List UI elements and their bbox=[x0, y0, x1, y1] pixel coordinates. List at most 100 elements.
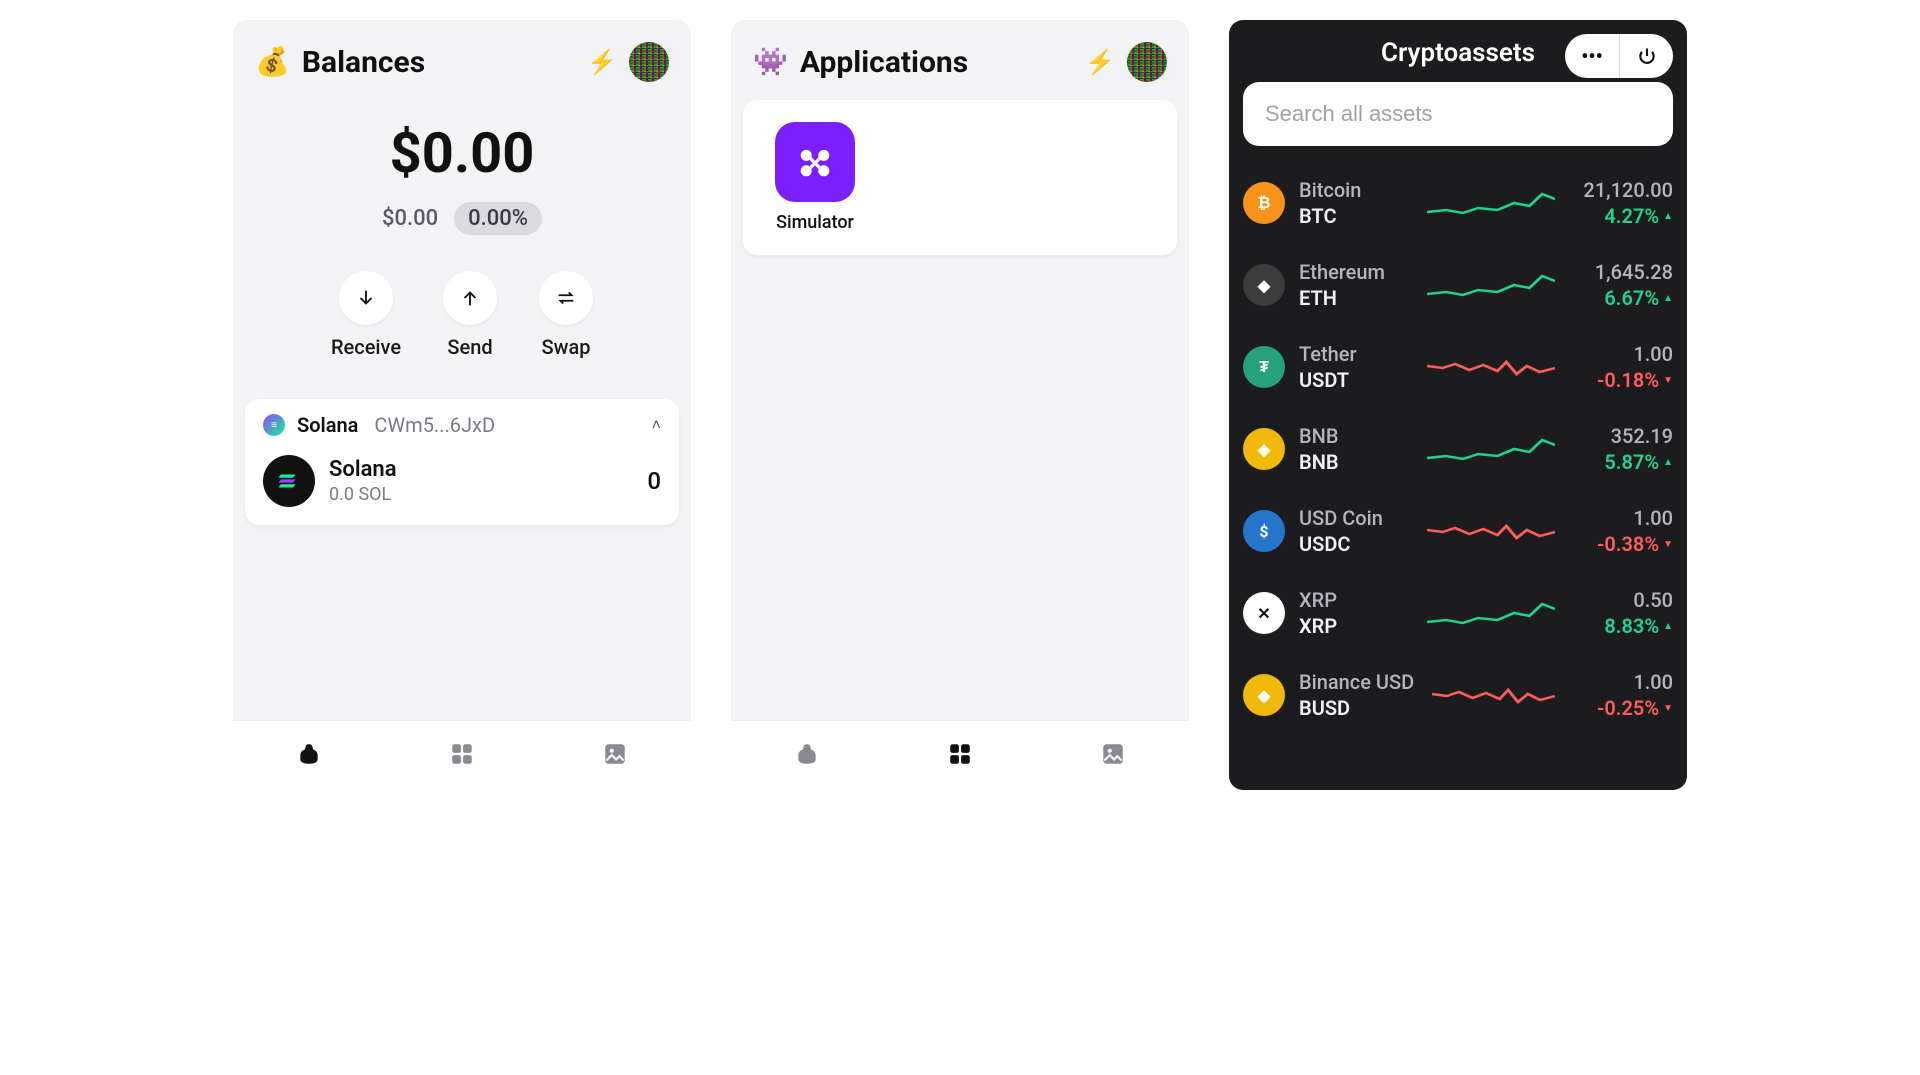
app-simulator-label: Simulator bbox=[776, 212, 854, 233]
header-actions: ••• bbox=[1565, 34, 1673, 78]
asset-symbol: BTC bbox=[1299, 204, 1409, 228]
chevron-up-icon: ˄ bbox=[652, 415, 661, 435]
sparkline bbox=[1427, 270, 1555, 300]
asset-change: -0.18% ▼ bbox=[1597, 368, 1673, 392]
asset-row-busd[interactable]: ◆ Binance USDBUSD 1.00-0.25% ▼ bbox=[1243, 654, 1673, 736]
trend-down-icon: ▼ bbox=[1663, 539, 1673, 550]
trend-down-icon: ▼ bbox=[1663, 703, 1673, 714]
asset-change: 8.83% ▲ bbox=[1604, 614, 1673, 638]
total-balance: $0.00 bbox=[233, 120, 691, 186]
arrow-up-icon bbox=[443, 271, 497, 325]
asset-row-xrp[interactable]: ✕XRPXRP0.508.83% ▲ bbox=[1243, 572, 1673, 654]
asset-row-eth[interactable]: ◆EthereumETH1,645.286.67% ▲ bbox=[1243, 244, 1673, 326]
asset-name: Ethereum bbox=[1299, 260, 1409, 284]
applications-icon: 👾 bbox=[753, 48, 788, 76]
trend-up-icon: ▲ bbox=[1663, 621, 1673, 632]
sparkline bbox=[1427, 352, 1555, 382]
asset-name: Tether bbox=[1299, 342, 1409, 366]
network-status-icon[interactable]: ⚡ bbox=[587, 48, 617, 76]
swap-label: Swap bbox=[542, 335, 591, 359]
asset-row-bnb[interactable]: ◈BNBBNB352.195.87% ▲ bbox=[1243, 408, 1673, 490]
sparkline bbox=[1427, 516, 1555, 546]
token-row[interactable]: Solana 0.0 SOL 0 bbox=[263, 455, 661, 507]
cryptoassets-title: Cryptoassets bbox=[1381, 38, 1535, 68]
wallet-address: CWm5...6JxD bbox=[374, 413, 495, 437]
arrow-down-icon bbox=[339, 271, 393, 325]
asset-name: XRP bbox=[1299, 588, 1409, 612]
cryptoassets-panel: Cryptoassets ••• ₿ BitcoinBTC 21,120.004.2… bbox=[1229, 20, 1687, 790]
asset-row-usdc[interactable]: $USD CoinUSDC1.00-0.38% ▼ bbox=[1243, 490, 1673, 572]
send-button[interactable]: Send bbox=[443, 271, 497, 359]
applications-header: 👾 Applications ⚡ bbox=[731, 20, 1189, 90]
balance-change-amount: $0.00 bbox=[382, 206, 438, 231]
asset-price: 1,645.28 bbox=[1595, 260, 1673, 284]
asset-change: -0.25% ▼ bbox=[1597, 696, 1673, 720]
tab-balances[interactable] bbox=[296, 741, 322, 771]
wallet-chain-name: Solana bbox=[297, 413, 358, 437]
swap-button[interactable]: Swap bbox=[539, 271, 593, 359]
balances-panel: 💰 Balances ⚡ $0.00 $0.00 0.00% Receive S… bbox=[233, 20, 691, 790]
asset-list: ₿ BitcoinBTC 21,120.004.27% ▲ ◆EthereumETH1… bbox=[1229, 156, 1687, 736]
sparkline bbox=[1427, 188, 1555, 218]
applications-title: Applications bbox=[800, 45, 1073, 80]
asset-price: 1.00 bbox=[1633, 670, 1673, 694]
profile-avatar[interactable] bbox=[1127, 42, 1167, 82]
bnb-icon: ◈ bbox=[1243, 428, 1285, 470]
trend-up-icon: ▲ bbox=[1663, 293, 1673, 304]
asset-change: 6.67% ▲ bbox=[1604, 286, 1673, 310]
balances-icon: 💰 bbox=[255, 48, 290, 76]
trend-up-icon: ▲ bbox=[1663, 211, 1673, 222]
tab-bar bbox=[233, 720, 691, 790]
asset-price: 352.19 bbox=[1611, 424, 1673, 448]
sparkline bbox=[1427, 598, 1555, 628]
asset-row-usdt[interactable]: ₮ TetherUSDT 1.00-0.18% ▼ bbox=[1243, 326, 1673, 408]
token-amount: 0.0 SOL bbox=[329, 484, 397, 505]
asset-symbol: BNB bbox=[1299, 450, 1409, 474]
wallet-card: ≡ Solana CWm5...6JxD ˄ Solana 0.0 SOL 0 bbox=[245, 399, 679, 525]
send-label: Send bbox=[447, 335, 492, 359]
usdt-icon: ₮ bbox=[1243, 346, 1285, 388]
app-simulator[interactable]: Simulator bbox=[765, 122, 865, 233]
usdc-icon: $ bbox=[1243, 510, 1285, 552]
power-button[interactable] bbox=[1619, 34, 1673, 78]
tab-nft[interactable] bbox=[602, 741, 628, 771]
trend-up-icon: ▲ bbox=[1663, 457, 1673, 468]
tab-apps[interactable] bbox=[947, 741, 973, 771]
balances-title: Balances bbox=[302, 45, 575, 80]
swap-icon bbox=[539, 271, 593, 325]
asset-price: 21,120.00 bbox=[1583, 178, 1673, 202]
wallet-header-row[interactable]: ≡ Solana CWm5...6JxD ˄ bbox=[263, 413, 661, 437]
profile-avatar[interactable] bbox=[629, 42, 669, 82]
asset-symbol: BUSD bbox=[1299, 696, 1414, 720]
btc-icon: ₿ bbox=[1243, 182, 1285, 224]
asset-price: 1.00 bbox=[1633, 342, 1673, 366]
asset-name: Bitcoin bbox=[1299, 178, 1409, 202]
balances-header: 💰 Balances ⚡ bbox=[233, 20, 691, 90]
token-name: Solana bbox=[329, 457, 397, 482]
asset-symbol: USDT bbox=[1299, 368, 1409, 392]
search-input[interactable] bbox=[1243, 82, 1673, 146]
search-wrap bbox=[1229, 82, 1687, 156]
tab-bar bbox=[731, 720, 1189, 790]
busd-icon: ◆ bbox=[1243, 674, 1285, 716]
asset-change: 5.87% ▲ bbox=[1604, 450, 1673, 474]
balance-change-row: $0.00 0.00% bbox=[233, 202, 691, 235]
trend-down-icon: ▼ bbox=[1663, 375, 1673, 386]
tab-balances[interactable] bbox=[794, 741, 820, 771]
tab-nft[interactable] bbox=[1100, 741, 1126, 771]
asset-symbol: XRP bbox=[1299, 614, 1409, 638]
asset-price: 1.00 bbox=[1633, 506, 1673, 530]
more-button[interactable]: ••• bbox=[1565, 34, 1619, 78]
asset-name: Binance USD bbox=[1299, 670, 1414, 694]
asset-row-btc[interactable]: ₿ BitcoinBTC 21,120.004.27% ▲ bbox=[1243, 162, 1673, 244]
sparkline bbox=[1432, 680, 1555, 710]
asset-change: 4.27% ▲ bbox=[1604, 204, 1673, 228]
tab-apps[interactable] bbox=[449, 741, 475, 771]
dots-icon: ••• bbox=[1581, 44, 1603, 68]
receive-button[interactable]: Receive bbox=[331, 271, 401, 359]
power-icon bbox=[1637, 46, 1657, 66]
sparkline bbox=[1427, 434, 1555, 464]
xrp-icon: ✕ bbox=[1243, 592, 1285, 634]
network-status-icon[interactable]: ⚡ bbox=[1085, 48, 1115, 76]
asset-name: USD Coin bbox=[1299, 506, 1409, 530]
